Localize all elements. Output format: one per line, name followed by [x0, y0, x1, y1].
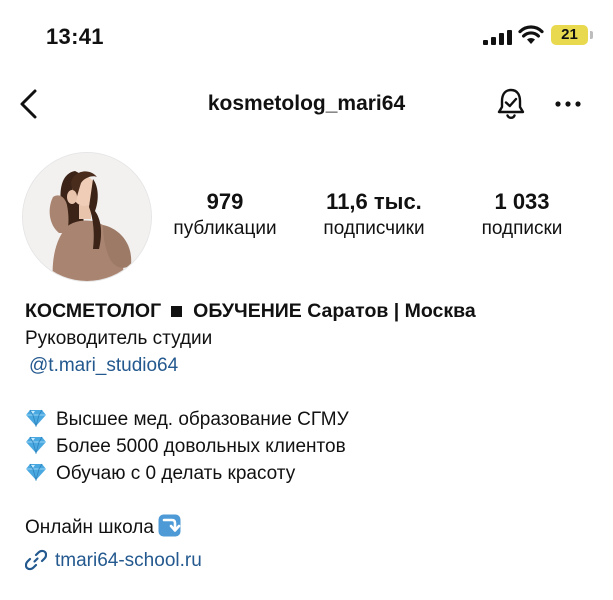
followers-count-value: 11,6 тыс.	[326, 189, 422, 214]
bio-title-profession: КОСМЕТОЛОГ	[25, 300, 162, 322]
battery-indicator: 21	[551, 25, 588, 45]
bio-title-training: ОБУЧЕНИЕ Саратов | Москва	[193, 300, 476, 322]
following-count-label: подписки	[481, 218, 563, 239]
profile-header: kosmetolog_mari64	[0, 80, 613, 130]
more-options-icon[interactable]	[553, 92, 583, 116]
website-link[interactable]: tmari64-school.ru	[25, 547, 202, 575]
wifi-icon	[518, 25, 544, 44]
posts-count[interactable]: 979 публикации	[164, 188, 286, 242]
gem-icon	[26, 436, 46, 454]
notification-bell-icon[interactable]	[493, 86, 529, 122]
bio-bullet: Высшее мед. образование СГМУ	[25, 406, 595, 433]
followers-count-label: подписчики	[323, 218, 425, 239]
avatar-photo	[23, 153, 151, 281]
bio-role: Руководитель студии	[25, 328, 213, 349]
bio-bullet-text: Высшее мед. образование СГМУ	[56, 409, 349, 430]
arrow-down-right-icon	[158, 514, 181, 537]
profile-bio: КОСМЕТОЛОГ ОБУЧЕНИЕ Саратов | Москва Руко…	[25, 298, 595, 541]
link-icon	[25, 549, 47, 571]
cellular-signal-icon	[483, 30, 512, 45]
studio-mention-link[interactable]: @t.mari_studio64	[29, 355, 178, 376]
bio-bullet: Обучаю с 0 делать красоту	[25, 460, 595, 487]
website-link-text: tmari64-school.ru	[55, 550, 202, 571]
following-count-value: 1 033	[494, 189, 550, 214]
bio-bullet: Более 5000 довольных клиентов	[25, 433, 595, 460]
posts-count-label: публикации	[173, 218, 277, 239]
bio-bullet-text: Обучаю с 0 делать красоту	[56, 463, 296, 484]
gem-icon	[26, 409, 46, 427]
gem-icon	[26, 463, 46, 481]
bio-title: КОСМЕТОЛОГ ОБУЧЕНИЕ Саратов | Москва	[25, 298, 595, 325]
following-count[interactable]: 1 033 подписки	[466, 188, 578, 242]
profile-avatar[interactable]	[22, 152, 152, 282]
followers-count[interactable]: 11,6 тыс. подписчики	[306, 188, 442, 242]
black-square-icon	[171, 305, 183, 317]
bio-bullet-text: Более 5000 довольных клиентов	[56, 436, 346, 457]
back-icon[interactable]	[16, 87, 44, 121]
status-bar: 13:41 21	[0, 0, 613, 72]
bio-school-line: Онлайн школа	[25, 514, 595, 541]
bio-school-text: Онлайн школа	[25, 517, 154, 538]
status-time: 13:41	[46, 24, 104, 49]
posts-count-value: 979	[206, 189, 244, 214]
battery-cap	[590, 31, 593, 39]
bio-spacer	[25, 487, 595, 514]
bio-spacer	[25, 379, 595, 406]
